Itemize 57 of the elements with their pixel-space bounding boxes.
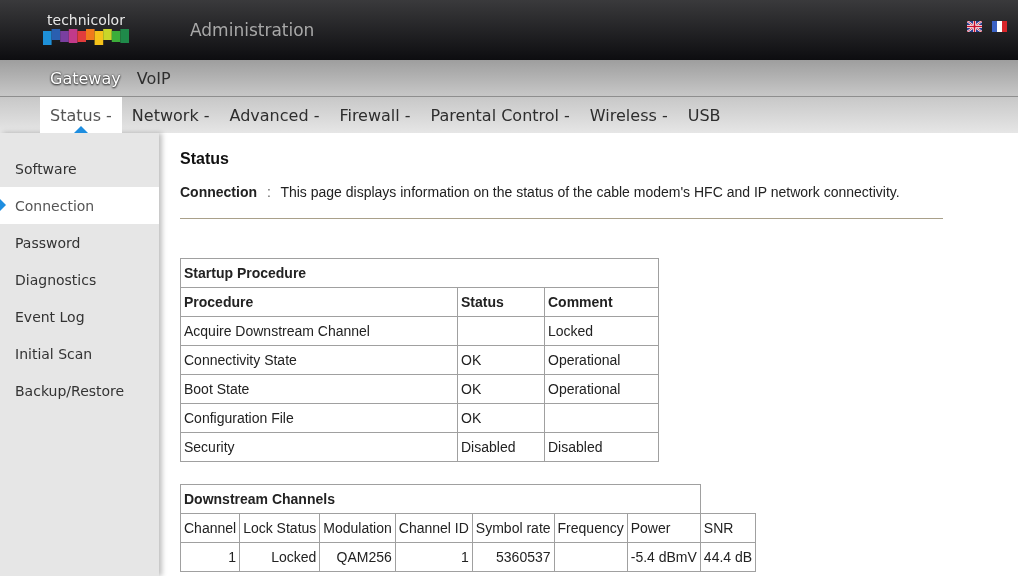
sub-tab[interactable]: Status - <box>40 97 122 133</box>
table-cell: Operational <box>544 374 659 404</box>
intro-label: Connection <box>180 184 257 200</box>
table-cell: Boot State <box>180 374 458 404</box>
table-title: Downstream Channels <box>180 484 701 514</box>
column-header: Lock Status <box>239 513 320 543</box>
brand-name: technicolor <box>47 11 125 29</box>
sidebar-item[interactable]: Password <box>0 224 159 261</box>
sidebar-item[interactable]: Event Log <box>0 298 159 335</box>
table-cell: Locked <box>239 542 320 572</box>
table-cell: 5360537 <box>472 542 555 572</box>
sub-tab[interactable]: USB <box>677 97 731 133</box>
sidebar-item[interactable]: Software <box>0 150 159 187</box>
uk-flag-icon[interactable] <box>967 20 982 32</box>
sidebar-item[interactable]: Diagnostics <box>0 261 159 298</box>
sidebar-item[interactable]: Backup/Restore <box>0 372 159 409</box>
intro-text: This page displays information on the status of the cable modem's HFC and IP network connectivity. <box>280 184 900 200</box>
sub-tab[interactable]: Wireless - <box>579 97 678 133</box>
table-cell: Configuration File <box>180 403 458 433</box>
table-cell: 1 <box>395 542 473 572</box>
table-cell: OK <box>457 403 545 433</box>
table-cell: Disabled <box>457 432 545 462</box>
table-cell: Acquire Downstream Channel <box>180 316 458 346</box>
table-cell: Operational <box>544 345 659 375</box>
column-header: SNR <box>700 513 756 543</box>
column-header: Status <box>457 287 545 317</box>
table-cell: -5.4 dBmV <box>627 542 701 572</box>
section-heading: Status <box>180 150 230 168</box>
table-cell: Disabled <box>544 432 659 462</box>
table-title: Startup Procedure <box>180 258 659 288</box>
table-cell: QAM256 <box>319 542 396 572</box>
column-header: Comment <box>544 287 659 317</box>
table-cell: OK <box>457 345 545 375</box>
page-title: Administration <box>190 20 315 40</box>
main-tab[interactable]: VoIP <box>128 68 179 88</box>
table-cell: 44.4 dB <box>700 542 756 572</box>
table-cell: OK <box>457 374 545 404</box>
pointer-icon <box>0 199 6 211</box>
table-cell: Locked <box>544 316 659 346</box>
column-header: Frequency <box>554 513 628 543</box>
table-cell: Connectivity State <box>180 345 458 375</box>
column-header: Symbol rate <box>472 513 555 543</box>
sub-tab[interactable]: Firewall - <box>329 97 421 133</box>
sidebar-item[interactable]: Connection <box>0 187 159 224</box>
sub-tab[interactable]: Advanced - <box>219 97 330 133</box>
sub-tab[interactable]: Parental Control - <box>420 97 580 133</box>
column-header: Modulation <box>319 513 396 543</box>
france-flag-icon[interactable] <box>992 20 1007 32</box>
column-header: Channel <box>180 513 240 543</box>
column-header: Procedure <box>180 287 458 317</box>
sub-tab[interactable]: Network - <box>121 97 220 133</box>
table-cell: 1 <box>180 542 240 572</box>
column-header: Power <box>627 513 701 543</box>
sidebar-item[interactable]: Initial Scan <box>0 335 159 372</box>
intro-separator: : <box>266 184 271 200</box>
table-cell: Security <box>180 432 458 462</box>
column-header: Channel ID <box>395 513 473 543</box>
